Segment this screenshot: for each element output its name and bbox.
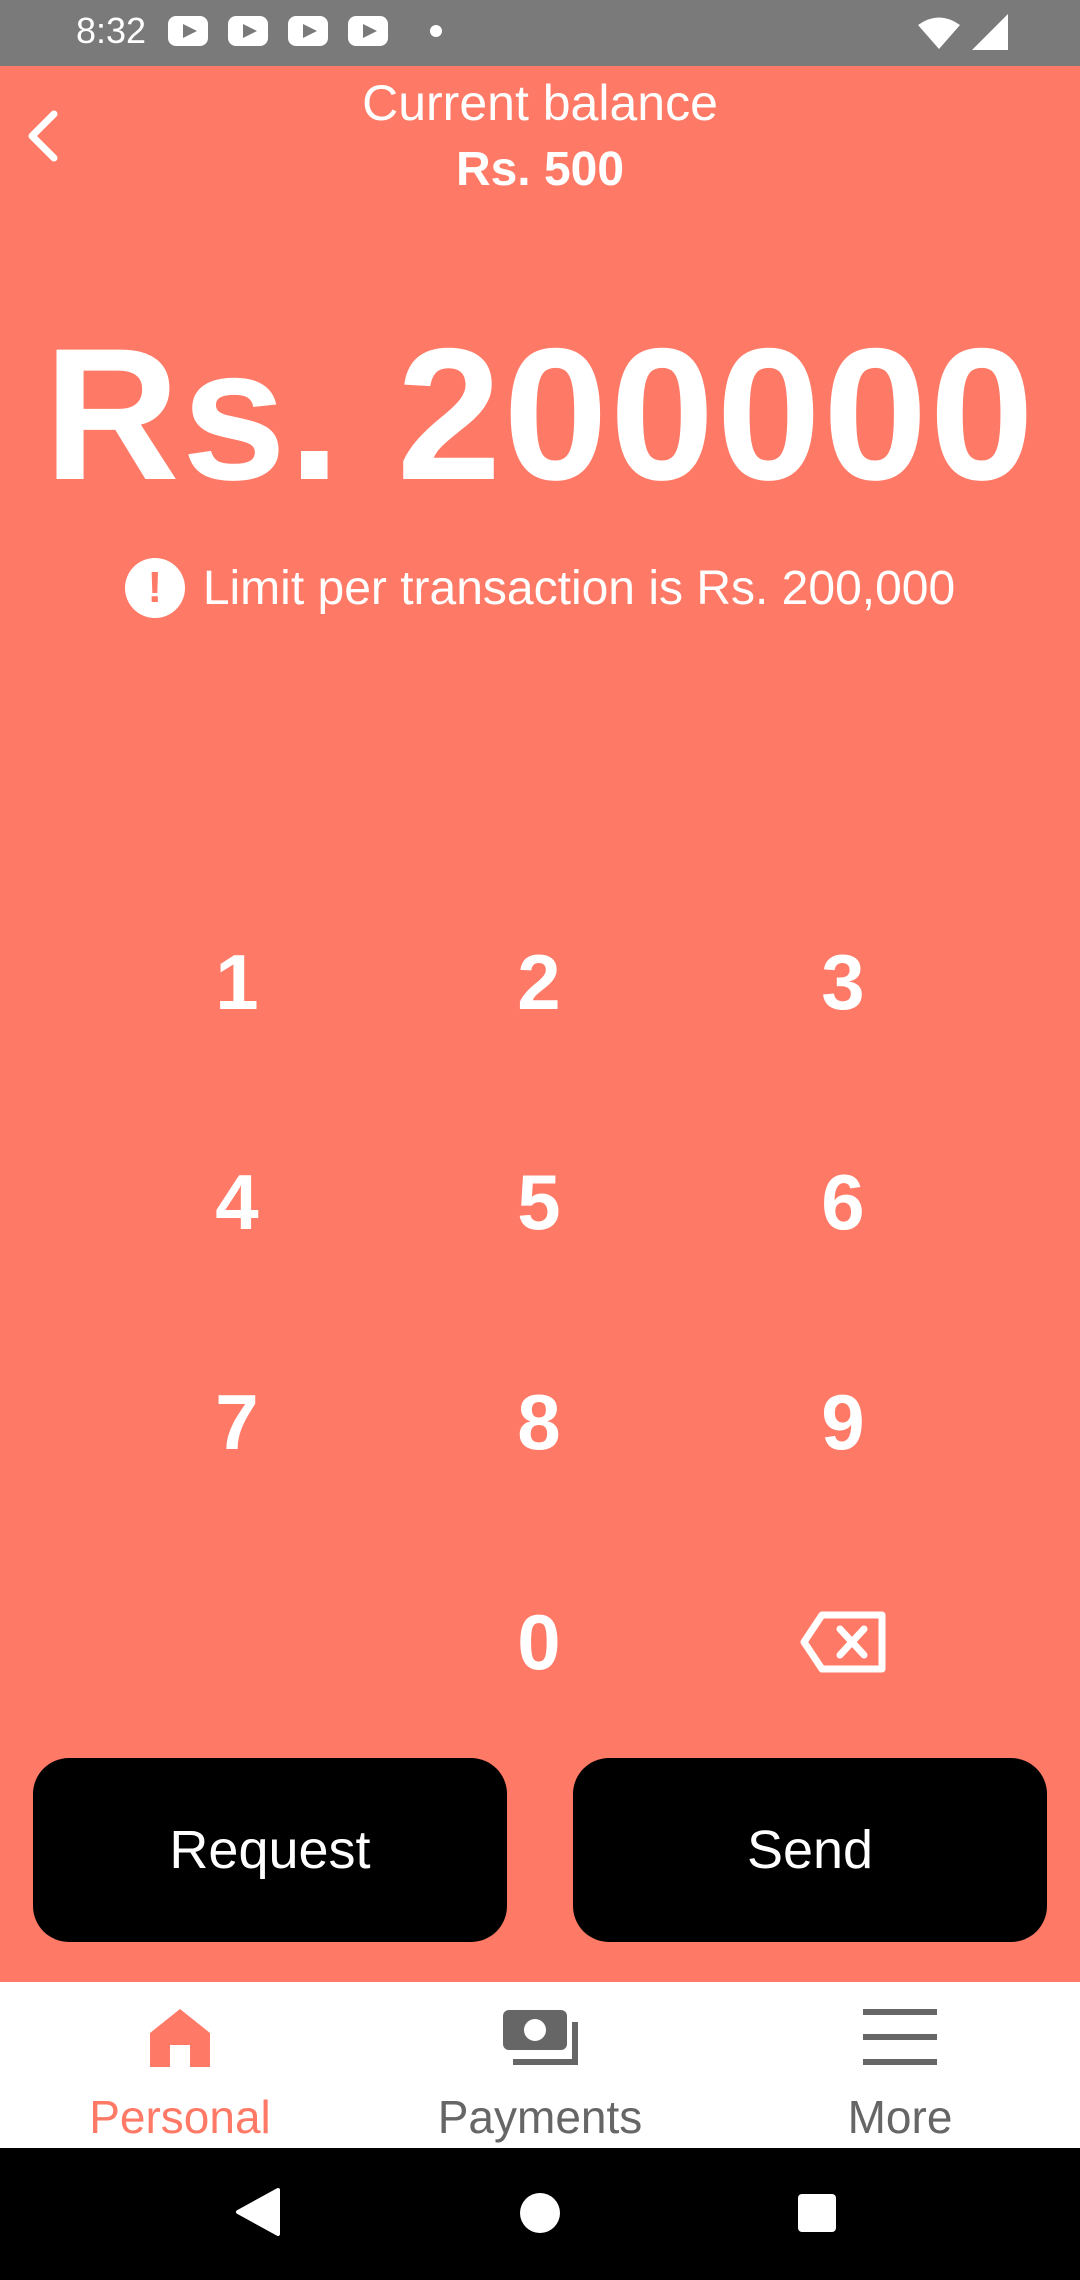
keypad-row: 1 2 3 — [0, 892, 1080, 1072]
limit-message: Limit per transaction is Rs. 200,000 — [202, 561, 956, 615]
limit-warning: ! Limit per transaction is Rs. 200,000 — [0, 558, 1080, 618]
amount-display: Rs. 200000 — [43, 309, 1037, 519]
bottom-navigation: Personal Payments More — [0, 1982, 1080, 2148]
key-1[interactable]: 1 — [137, 892, 337, 1072]
youtube-notification-icon — [168, 16, 208, 46]
key-5[interactable]: 5 — [439, 1112, 639, 1292]
nav-payments[interactable]: Payments — [390, 1982, 690, 2148]
home-icon — [140, 2002, 220, 2072]
balance-label: Current balance — [362, 75, 718, 131]
cash-icon — [500, 2002, 580, 2072]
status-time: 8:32 — [76, 10, 147, 51]
nav-label-more: More — [847, 2091, 953, 2143]
youtube-notification-icon — [228, 16, 268, 46]
key-9[interactable]: 9 — [743, 1332, 943, 1512]
keypad-row: 4 5 6 — [0, 1112, 1080, 1292]
recents-icon[interactable] — [798, 2194, 836, 2232]
nav-label-personal: Personal — [89, 2091, 271, 2143]
backspace-key[interactable] — [743, 1552, 943, 1732]
backspace-icon — [800, 1611, 886, 1673]
system-navigation-bar — [0, 2148, 1080, 2280]
wifi-icon — [918, 17, 960, 49]
key-4[interactable]: 4 — [137, 1112, 337, 1292]
nav-more[interactable]: More — [750, 1982, 1050, 2148]
notification-icons — [168, 16, 442, 46]
key-6[interactable]: 6 — [743, 1112, 943, 1292]
key-7[interactable]: 7 — [137, 1332, 337, 1512]
key-3[interactable]: 3 — [743, 892, 943, 1072]
youtube-notification-icon — [288, 16, 328, 46]
balance-value: Rs. 500 — [455, 143, 625, 196]
status-bar: 8:32 — [0, 0, 1080, 66]
warning-icon: ! — [124, 558, 185, 618]
keypad-row: 7 8 9 — [0, 1332, 1080, 1512]
signal-icon — [972, 14, 1008, 50]
keypad-row: 0 — [0, 1552, 1080, 1732]
action-buttons: Request Send — [0, 1758, 1080, 1942]
key-2[interactable]: 2 — [439, 892, 639, 1072]
menu-icon — [860, 2002, 940, 2072]
status-right — [918, 14, 1008, 50]
key-0[interactable]: 0 — [439, 1552, 639, 1732]
more-notifications-dot — [430, 25, 442, 37]
key-8[interactable]: 8 — [439, 1332, 639, 1512]
youtube-notification-icon — [348, 16, 388, 46]
nav-label-payments: Payments — [437, 2091, 643, 2143]
request-button[interactable]: Request — [33, 1758, 507, 1942]
home-button-icon[interactable] — [520, 2193, 560, 2233]
transfer-screen: Current balance Rs. 500 Rs. 200000 ! Lim… — [0, 66, 1080, 1982]
send-button[interactable]: Send — [573, 1758, 1047, 1942]
nav-personal[interactable]: Personal — [30, 1982, 330, 2148]
back-icon[interactable] — [236, 2188, 280, 2236]
